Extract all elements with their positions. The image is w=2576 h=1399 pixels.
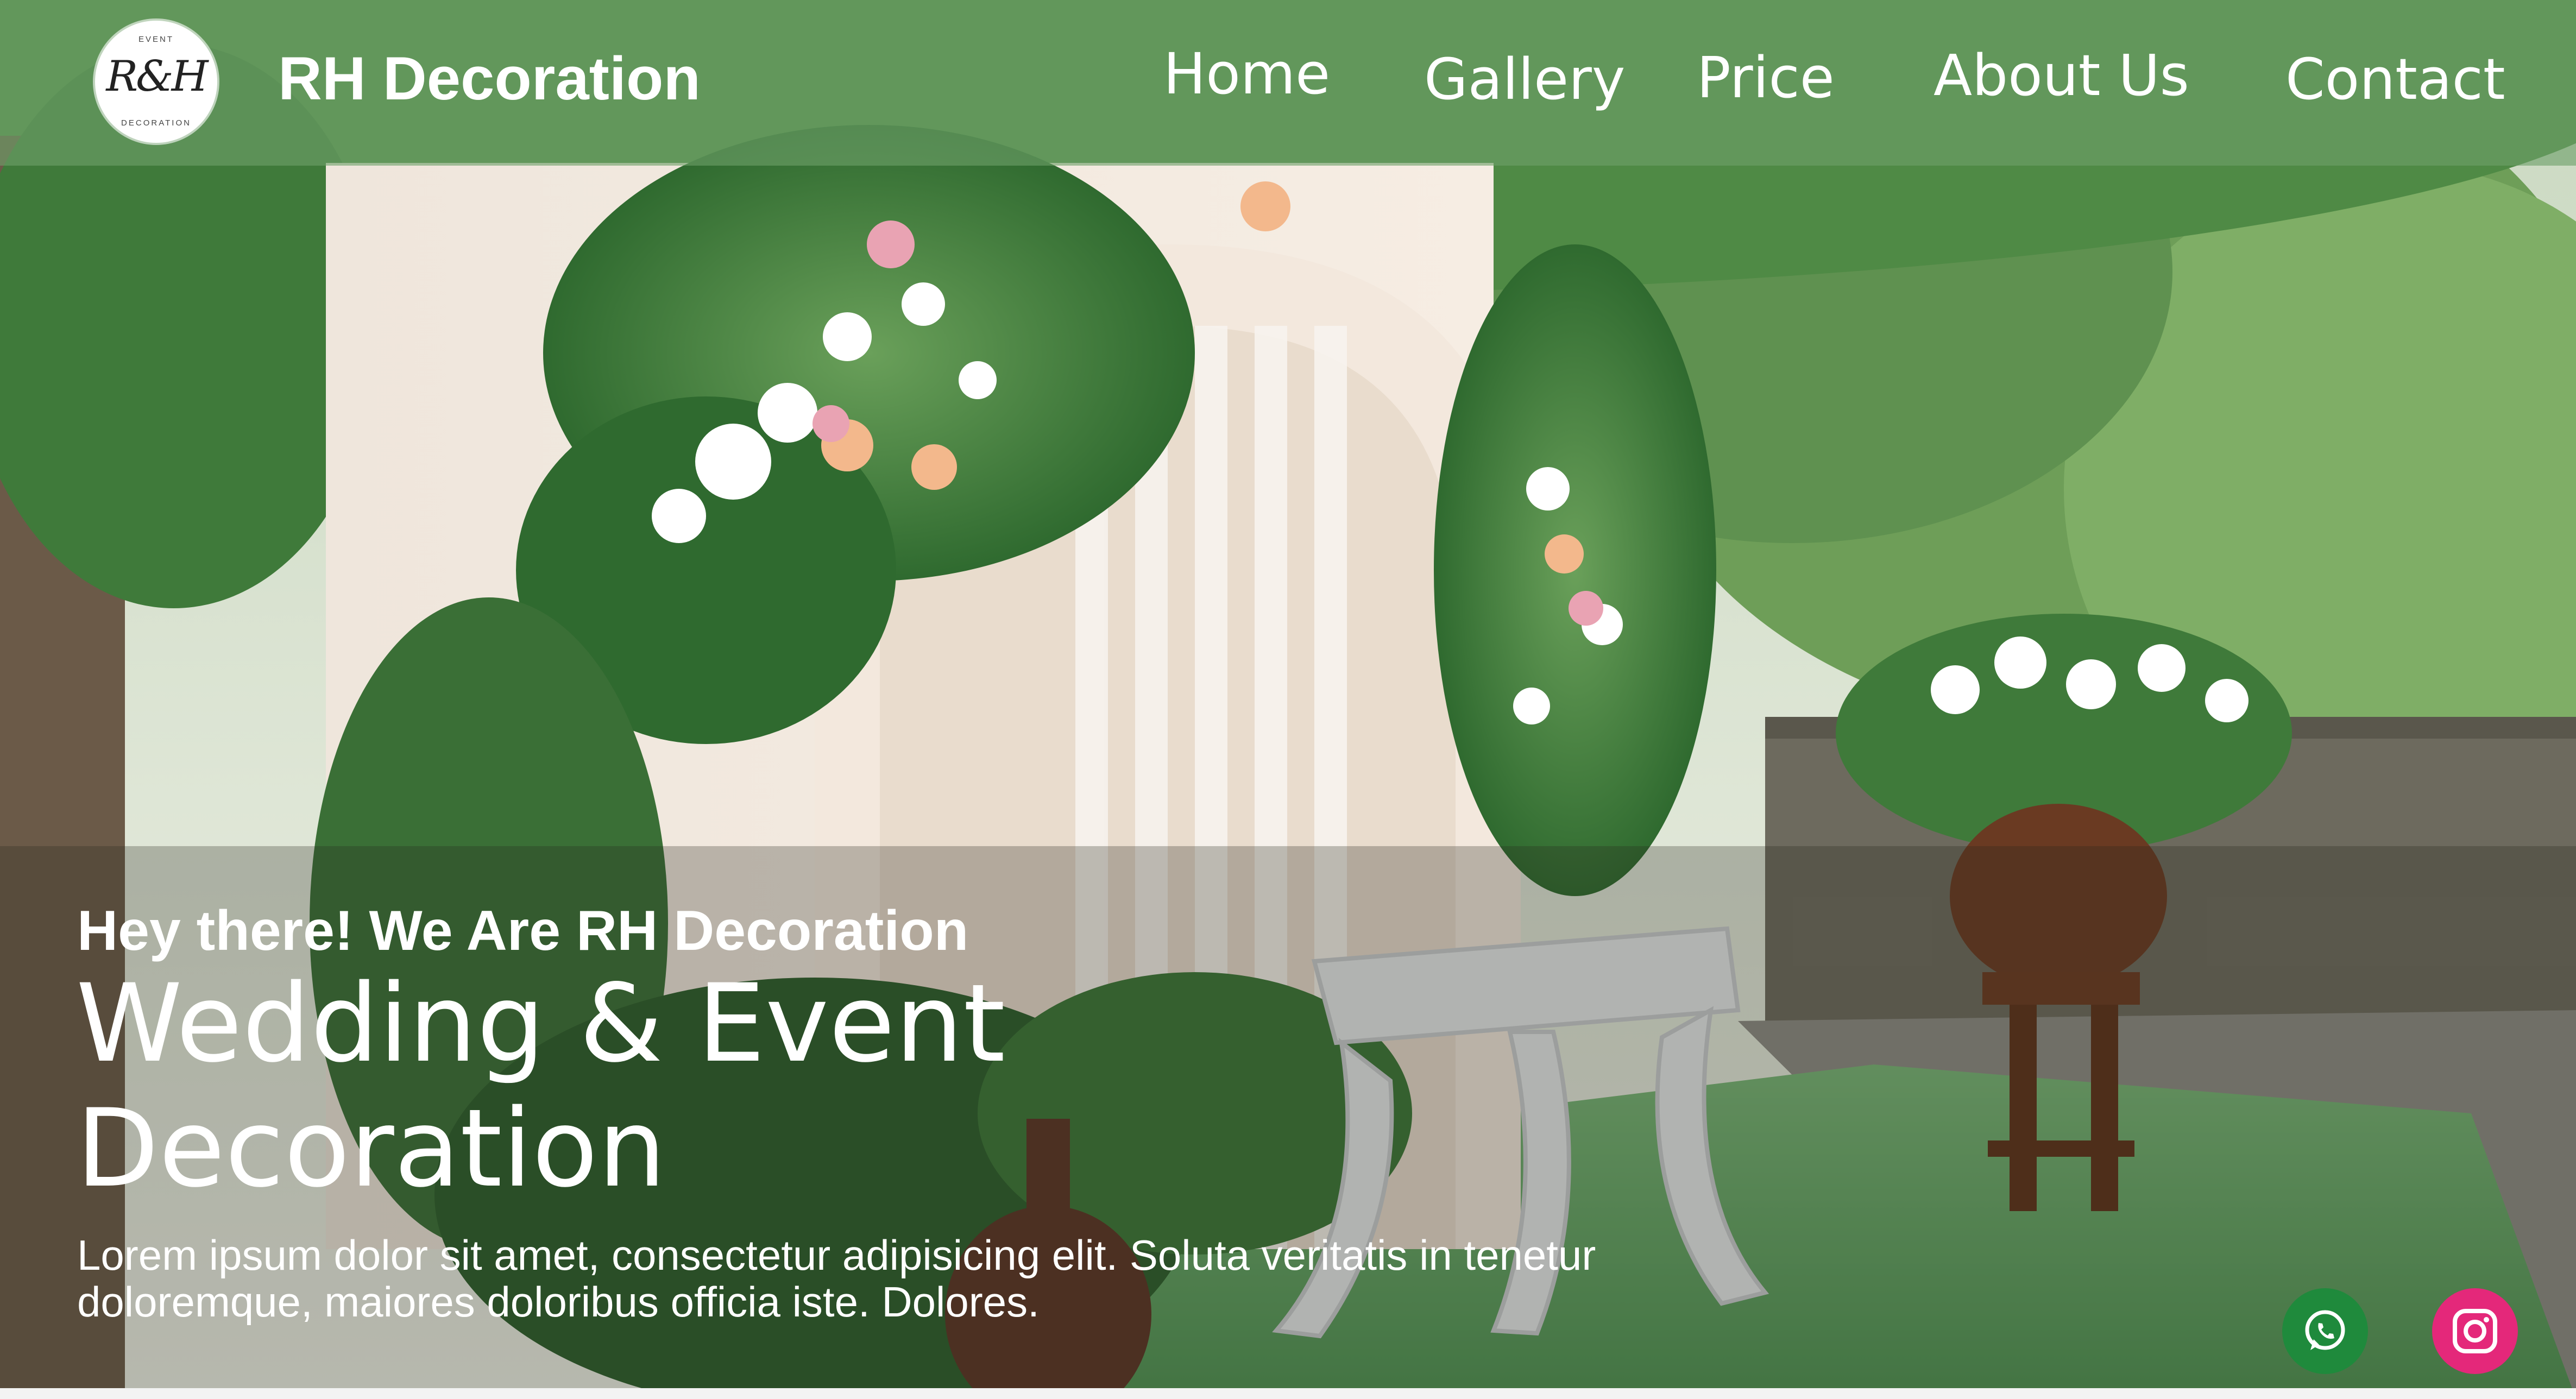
logo-ring-bottom-text: DECORATION — [121, 118, 191, 128]
nav-about-link[interactable]: About Us — [1933, 42, 2189, 109]
page-bottom-edge — [0, 1388, 2576, 1399]
nav-contact-link[interactable]: Contact — [2285, 46, 2505, 112]
whatsapp-button[interactable] — [2282, 1288, 2368, 1374]
instagram-button[interactable] — [2432, 1288, 2518, 1374]
brand-name[interactable]: RH Decoration — [278, 43, 701, 114]
logo-ring-top-text: EVENT — [138, 35, 174, 44]
nav-home-link[interactable]: Home — [1163, 41, 1330, 107]
logo-monogram: R&H — [106, 52, 208, 101]
nav-price-link[interactable]: Price — [1697, 45, 1835, 111]
top-navigation-bar: EVENT R&H DECORATION RH Decoration Home … — [0, 0, 2576, 166]
hero-headline-line-1: Wedding & Event — [76, 961, 1006, 1086]
brand-logo[interactable]: EVENT R&H DECORATION — [95, 21, 217, 143]
hero-lead-paragraph: Lorem ipsum dolor sit amet, consectetur … — [77, 1231, 1596, 1326]
hero-headline: Wedding & Event Decoration — [76, 961, 1162, 1211]
whatsapp-icon — [2305, 1310, 2345, 1350]
hero-headline-line-2: Decoration — [76, 1086, 666, 1211]
nav-gallery-link[interactable]: Gallery — [1424, 46, 1625, 112]
instagram-icon — [2453, 1309, 2497, 1353]
hero-greeting: Hey there! We Are RH Decoration — [77, 899, 969, 962]
